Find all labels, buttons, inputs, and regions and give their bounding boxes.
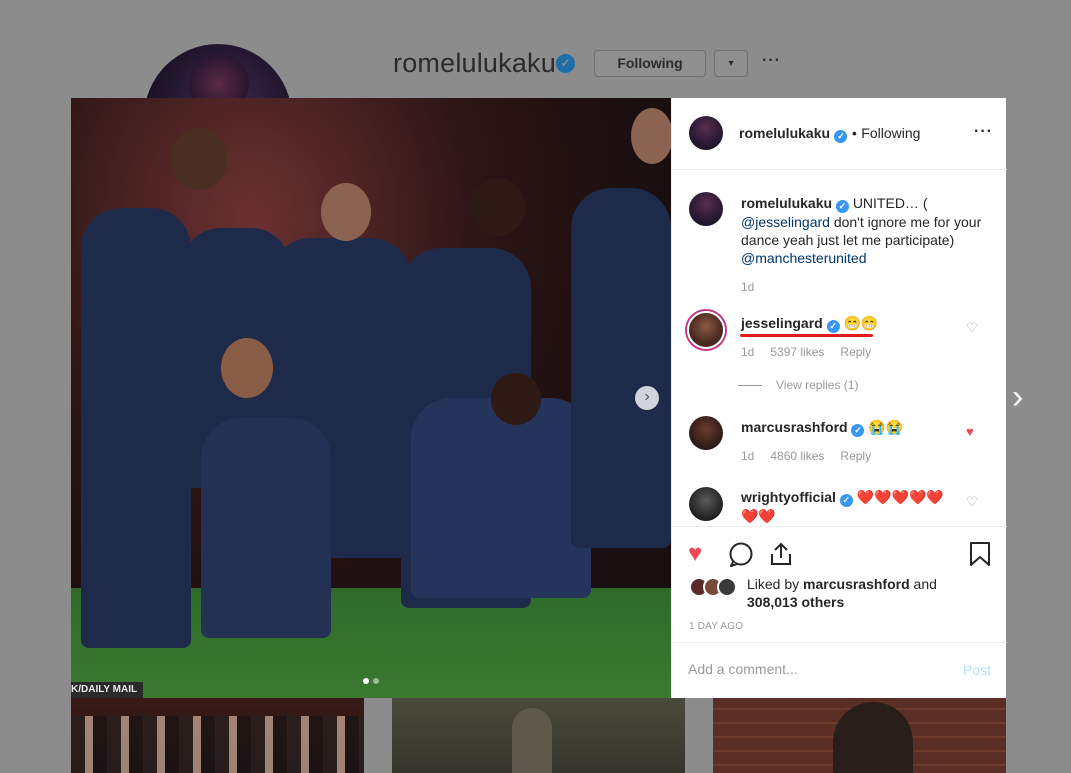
photo-credit: K/DAILY MAIL	[71, 682, 144, 698]
caption-author[interactable]: romelulukaku	[741, 195, 832, 211]
post-comment-button[interactable]: Post	[963, 662, 991, 678]
comment-time: 1d	[741, 345, 755, 359]
carousel-dots	[363, 678, 379, 684]
commenter-avatar[interactable]	[689, 416, 723, 450]
post-more-icon[interactable]: ···	[974, 123, 993, 141]
comment-body: 😁😁	[843, 315, 879, 331]
mention-link[interactable]: @manchesterunited	[741, 250, 867, 266]
comment-likes[interactable]: 4860 likes	[770, 449, 824, 463]
liked-by-prefix: Liked by	[747, 576, 800, 592]
comment-input[interactable]	[688, 661, 928, 677]
comment-reply[interactable]: Reply	[840, 345, 871, 359]
profile-username: romelulukaku	[393, 48, 556, 78]
post-timestamp[interactable]: 1 DAY AGO	[689, 621, 743, 632]
comment-text: marcusrashford ✓ 😭😭	[741, 418, 961, 437]
next-post-arrow-icon[interactable]: ›	[1012, 380, 1042, 416]
comment-time: 1d	[741, 449, 755, 463]
separator-dot: •	[851, 125, 857, 141]
dropdown-button[interactable]: ▾	[714, 50, 748, 77]
liked-by-user[interactable]: marcusrashford	[803, 576, 910, 592]
commenter-username[interactable]: jesselingard	[741, 315, 823, 331]
grid-thumbnail[interactable]	[392, 698, 685, 773]
caption-meta: 1d	[741, 280, 754, 294]
following-link[interactable]: Following	[861, 125, 920, 141]
comment-reply[interactable]: Reply	[840, 449, 871, 463]
commenter-username[interactable]: wrightyofficial	[741, 489, 836, 505]
following-button[interactable]: Following	[594, 50, 706, 77]
comment-likes[interactable]: 5397 likes	[770, 345, 824, 359]
comments-list[interactable]: romelulukaku ✓ UNITED… ( @jesselingard d…	[672, 170, 1007, 526]
comment-meta: 1d 4860 likes Reply	[741, 449, 871, 463]
add-comment-bar: Post	[672, 642, 1007, 698]
caption-text-part: UNITED… (	[852, 195, 928, 211]
author-line: romelulukaku ✓ • Following	[739, 125, 920, 143]
commenter-username[interactable]: marcusrashford	[741, 419, 848, 435]
author-username[interactable]: romelulukaku	[739, 125, 830, 141]
grid-thumbnail[interactable]	[71, 698, 364, 773]
profile-more-icon[interactable]: ···	[762, 52, 781, 70]
verified-badge-icon: ✓	[556, 54, 575, 73]
post-sidebar: romelulukaku ✓ • Following ··· romeluluk…	[671, 98, 1007, 698]
carousel-dot	[363, 678, 369, 684]
post-header: romelulukaku ✓ • Following ···	[672, 98, 1007, 170]
liked-by-and: and	[913, 576, 937, 592]
caption-text: romelulukaku ✓ UNITED… ( @jesselingard d…	[741, 194, 991, 267]
commenter-avatar[interactable]	[687, 311, 725, 349]
view-replies[interactable]: View replies (1)	[738, 378, 858, 392]
comment-body: 😭😭	[868, 419, 904, 435]
like-heart-icon[interactable]: ♥	[688, 541, 702, 567]
verified-badge-icon: ✓	[851, 424, 865, 437]
comment-text: wrightyofficial ✓ ❤️❤️❤️❤️❤️❤️❤️	[741, 488, 956, 525]
verified-badge-icon: ✓	[834, 130, 848, 143]
comment-liked-icon[interactable]: ♥	[966, 424, 974, 439]
grid-thumbnail[interactable]	[713, 698, 1006, 773]
likers-avatars[interactable]	[689, 577, 737, 597]
caption-avatar[interactable]	[689, 192, 723, 226]
view-replies-label[interactable]: View replies (1)	[776, 378, 858, 392]
liked-by-text: Liked by marcusrashford and 308,013 othe…	[747, 575, 947, 611]
carousel-next-icon[interactable]: ›	[635, 386, 659, 410]
post-actions: ♥ Liked by marcusrashford and 308,013 ot…	[672, 526, 1007, 642]
verified-badge-icon: ✓	[835, 200, 849, 213]
verified-badge-icon: ✓	[826, 320, 840, 333]
bookmark-icon[interactable]	[969, 541, 991, 573]
post-modal: K/DAILY MAIL › romelulukaku ✓ • Followin…	[71, 98, 1007, 698]
comment-icon[interactable]	[728, 541, 754, 573]
caption-time: 1d	[741, 280, 755, 294]
author-avatar[interactable]	[689, 116, 723, 150]
post-photo[interactable]: K/DAILY MAIL ›	[71, 98, 671, 698]
comment-like-icon[interactable]: ♡	[966, 494, 978, 510]
carousel-dot	[373, 678, 379, 684]
comment-text: jesselingard ✓ 😁😁	[741, 314, 961, 333]
mention-link[interactable]: @jesselingard	[741, 214, 830, 230]
comment-like-icon[interactable]: ♡	[966, 320, 978, 336]
comment-meta: 1d 5397 likes Reply	[741, 345, 871, 359]
commenter-avatar[interactable]	[689, 487, 723, 521]
share-icon[interactable]	[768, 541, 794, 573]
liker-avatar	[717, 577, 737, 597]
red-annotation-underline	[740, 334, 873, 337]
verified-badge-icon: ✓	[839, 494, 853, 507]
liked-by-others[interactable]: 308,013 others	[747, 594, 844, 610]
